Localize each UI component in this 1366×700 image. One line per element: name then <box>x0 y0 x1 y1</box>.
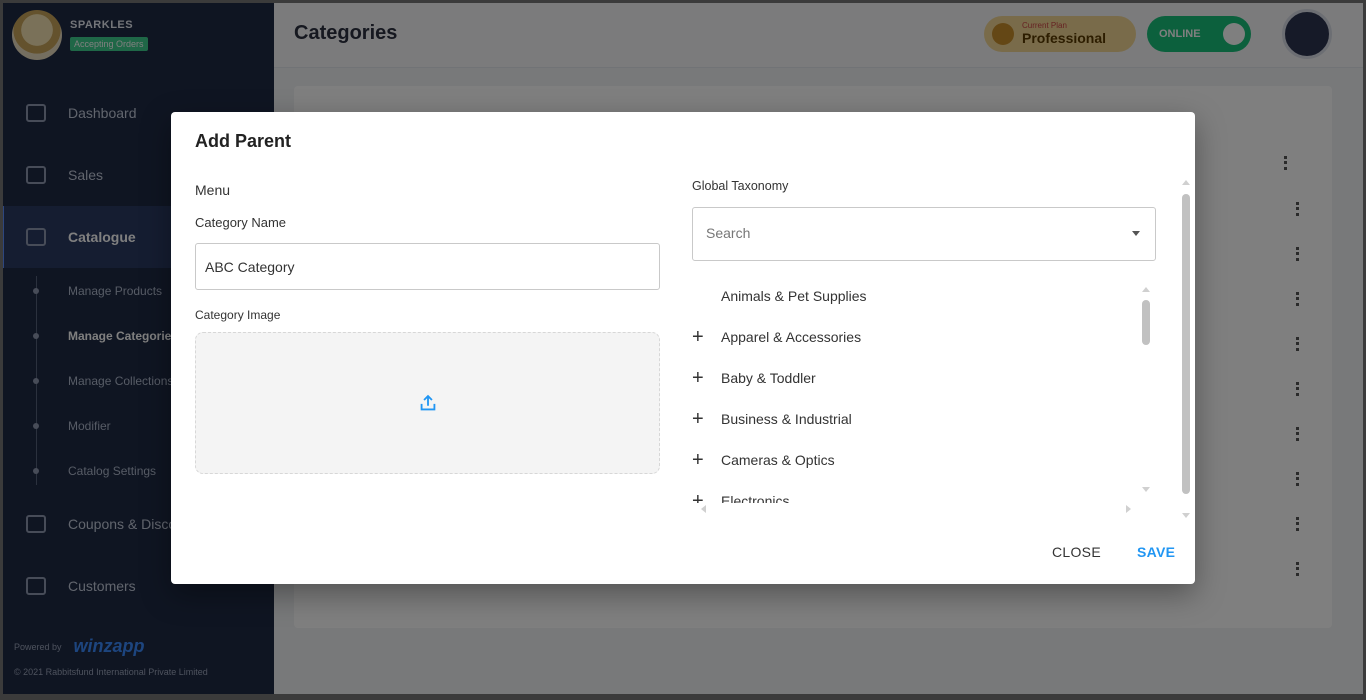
taxonomy-tree: Animals & Pet Supplies + Apparel & Access… <box>692 277 1156 503</box>
taxonomy-item-label: Electronics <box>721 493 790 503</box>
taxonomy-item-label: Business & Industrial <box>721 411 852 427</box>
search-placeholder: Search <box>706 225 751 241</box>
caret-down-icon[interactable] <box>1132 231 1140 236</box>
taxonomy-scrollbar[interactable] <box>1141 287 1150 492</box>
scroll-up-arrow-icon[interactable] <box>1142 287 1150 292</box>
scroll-down-arrow-icon[interactable] <box>1142 487 1150 492</box>
taxonomy-item-label: Apparel & Accessories <box>721 329 862 345</box>
category-name-label: Category Name <box>195 215 287 230</box>
taxonomy-item[interactable]: + Cameras & Optics <box>692 450 835 470</box>
taxonomy-item[interactable]: + Baby & Toddler <box>692 368 816 388</box>
taxonomy-item-label: Baby & Toddler <box>721 370 816 386</box>
scroll-right-arrow-icon[interactable] <box>1126 505 1131 513</box>
menu-label: Menu <box>195 182 231 198</box>
expand-plus-icon[interactable]: + <box>692 450 721 470</box>
expand-plus-icon[interactable]: + <box>692 327 721 347</box>
taxonomy-item-label: Animals & Pet Supplies <box>721 288 867 304</box>
taxonomy-search-select[interactable]: Search <box>692 207 1156 261</box>
taxonomy-item[interactable]: Animals & Pet Supplies <box>692 286 867 306</box>
expand-plus-icon[interactable]: + <box>692 491 721 503</box>
taxonomy-item[interactable]: + Apparel & Accessories <box>692 327 861 347</box>
taxonomy-item[interactable]: + Electronics <box>692 491 789 503</box>
taxonomy-item-label: Cameras & Optics <box>721 452 835 468</box>
scroll-down-arrow-icon[interactable] <box>1182 513 1190 518</box>
scroll-left-arrow-icon[interactable] <box>701 505 706 513</box>
expand-plus-icon[interactable]: + <box>692 409 721 429</box>
category-image-label: Category Image <box>195 308 281 322</box>
dialog-title: Add Parent <box>195 131 292 151</box>
upload-icon[interactable] <box>417 392 439 414</box>
category-name-input[interactable] <box>195 243 660 290</box>
taxonomy-item[interactable]: + Business & Industrial <box>692 409 852 429</box>
category-image-upload[interactable] <box>195 332 660 474</box>
save-button[interactable]: SAVE <box>1137 544 1175 560</box>
expand-plus-icon[interactable]: + <box>692 368 721 388</box>
scrollbar-thumb[interactable] <box>1142 300 1150 345</box>
scrollbar-thumb[interactable] <box>1182 194 1190 494</box>
close-button[interactable]: CLOSE <box>1052 544 1101 560</box>
dialog-scrollbar[interactable] <box>1181 180 1191 518</box>
scroll-up-arrow-icon[interactable] <box>1182 180 1190 185</box>
global-taxonomy-label: Global Taxonomy <box>692 179 789 193</box>
add-parent-dialog: Add Parent Menu Category Name Category I… <box>171 112 1195 584</box>
